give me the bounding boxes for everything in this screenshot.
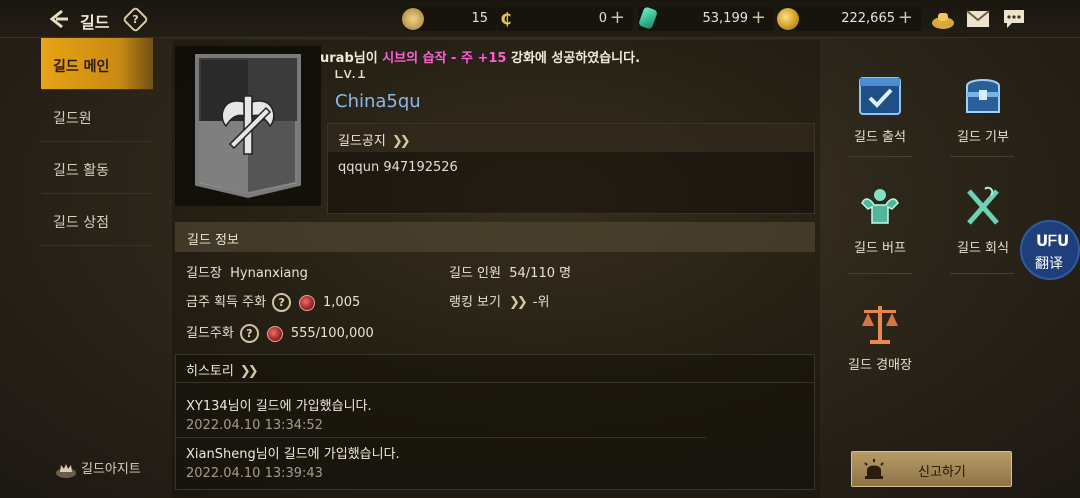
gold-coin-icon xyxy=(777,8,799,30)
resource-value: 15 xyxy=(471,11,488,26)
guild-coin-icon xyxy=(266,325,283,342)
guild-donation-button[interactable]: 길드 기부 xyxy=(947,72,1019,145)
guild-info-header: 길드 정보 xyxy=(175,222,815,252)
c-coin-icon: ₵ xyxy=(495,8,517,30)
history-entry: XY134님이 길드에 가입했습니다. 2022.04.10 13:34:52 xyxy=(186,395,706,433)
guild-agit-button[interactable]: 길드아지트 xyxy=(55,458,141,478)
auction-label: 길드 경매장 xyxy=(848,358,912,373)
translate-button[interactable]: ᑌᖴᑌ 翻译 xyxy=(1020,220,1080,280)
attendance-label: 길드 출석 xyxy=(854,130,906,145)
guild-coin-icon xyxy=(299,294,316,311)
report-button[interactable]: 신고하기 xyxy=(851,451,1012,487)
add-c-currency-button[interactable]: + xyxy=(610,7,625,28)
leader-value: Hynanxiang xyxy=(230,266,308,281)
top-bar: 길드 ? 15 ₵ 0 + 53,199 + 222,665 + xyxy=(0,0,1080,38)
diamond-icon xyxy=(638,6,658,30)
nav-guild-main[interactable]: 길드 메인 xyxy=(41,38,153,90)
guild-banner-axe-icon xyxy=(195,54,301,199)
chevron-right-icon: ❯❯ xyxy=(508,295,528,310)
history-time: 2022.04.10 13:34:52 xyxy=(186,418,323,433)
chat-icon[interactable] xyxy=(1002,8,1026,30)
divider xyxy=(950,273,1014,274)
scales-icon xyxy=(856,300,904,348)
resource-value: 222,665 xyxy=(841,11,895,26)
history-message: XianSheng님이 길드에 가입했습니다. xyxy=(186,447,400,462)
chevron-right-icon: ❯❯ xyxy=(239,364,259,379)
divider xyxy=(848,273,912,274)
weekly-value: 1,005 xyxy=(323,295,361,310)
divider xyxy=(848,156,912,157)
add-diamond-button[interactable]: + xyxy=(751,7,766,28)
page-title: 길드 xyxy=(80,13,110,32)
guild-auction-button[interactable]: 길드 경매장 xyxy=(840,300,920,373)
siren-icon xyxy=(862,458,886,480)
ranking-row[interactable]: 랭킹 보기 ❯❯ -위 xyxy=(449,291,549,310)
guild-coin-help-icon[interactable]: ? xyxy=(239,324,259,343)
guild-buff-button[interactable]: 길드 버프 xyxy=(844,183,916,256)
resource-gold: 222,665 + xyxy=(777,7,921,31)
guild-emblem[interactable] xyxy=(175,46,321,206)
leader-row: 길드장 Hynanxiang xyxy=(186,266,308,281)
spark-icon xyxy=(402,8,424,30)
guild-name: China5qu xyxy=(335,91,421,112)
mail-icon[interactable] xyxy=(966,8,990,30)
divider xyxy=(176,437,706,438)
back-arrow-icon[interactable] xyxy=(48,8,70,30)
shop-icon[interactable] xyxy=(931,8,955,30)
members-value: 54/110 명 xyxy=(509,266,572,281)
divider xyxy=(950,156,1014,157)
enhancement-notice: urab님이 시브의 습작 - 주 +15 강화에 성공하였습니다. xyxy=(320,51,641,66)
guild-coin-row: 길드주화? 555/100,000 xyxy=(186,324,374,343)
guild-dinner-button[interactable]: 길드 회식 xyxy=(947,183,1019,256)
guild-notice-text: qqqun 947192526 xyxy=(338,160,458,175)
chevron-right-icon: ❯❯ xyxy=(391,134,411,149)
resource-diamond: 53,199 + xyxy=(638,6,774,31)
fork-knife-icon xyxy=(959,183,1007,231)
nav-guild-activity[interactable]: 길드 활동 xyxy=(41,142,153,194)
buff-label: 길드 버프 xyxy=(854,241,906,256)
translate-logo: ᑌᖴᑌ xyxy=(1036,232,1070,250)
resource-value: 0 xyxy=(598,11,607,26)
guild-attendance-button[interactable]: 길드 출석 xyxy=(844,72,916,145)
members-row: 길드 인원 54/110 명 xyxy=(449,266,572,281)
calendar-check-icon xyxy=(856,72,904,120)
history-panel: 히스토리 ❯❯ XY134님이 길드에 가입했습니다. 2022.04.10 13… xyxy=(175,354,815,490)
resource-arrow-points: 15 xyxy=(402,7,496,31)
nav-guild-members[interactable]: 길드원 xyxy=(41,90,153,142)
history-entry: XianSheng님이 길드에 가입했습니다. 2022.04.10 13:39… xyxy=(186,443,706,481)
guild-coin-value: 555/100,000 xyxy=(290,326,374,341)
guild-notice-header[interactable]: 길드공지 ❯❯ xyxy=(328,124,814,152)
history-time: 2022.04.10 13:39:43 xyxy=(186,466,323,481)
nav-guild-shop[interactable]: 길드 상점 xyxy=(41,194,153,246)
history-message: XY134님이 길드에 가입했습니다. xyxy=(186,399,372,414)
help-icon[interactable]: ? xyxy=(122,6,149,33)
weekly-help-icon[interactable]: ? xyxy=(272,293,292,312)
weekly-coin-row: 금주 획득 주화? 1,005 xyxy=(186,293,361,312)
dinner-label: 길드 회식 xyxy=(957,241,1009,256)
guild-notice-box: 길드공지 ❯❯ qqqun 947192526 xyxy=(327,123,815,214)
ranking-value: -위 xyxy=(532,295,550,310)
guild-agit-label: 길드아지트 xyxy=(81,462,141,477)
resource-value: 53,199 xyxy=(702,11,749,26)
translate-label: 翻译 xyxy=(1035,256,1063,272)
history-header[interactable]: 히스토리 ❯❯ xyxy=(176,355,814,383)
donation-label: 길드 기부 xyxy=(957,130,1009,145)
treasure-chest-icon xyxy=(959,72,1007,120)
add-gold-button[interactable]: + xyxy=(898,7,913,28)
resource-c-currency: ₵ 0 + xyxy=(495,7,633,31)
report-label: 신고하기 xyxy=(918,465,966,480)
guild-nav: 길드 메인 길드원 길드 활동 길드 상점 xyxy=(41,38,153,246)
crown-icon xyxy=(55,462,77,478)
muscle-buff-icon xyxy=(856,183,904,231)
